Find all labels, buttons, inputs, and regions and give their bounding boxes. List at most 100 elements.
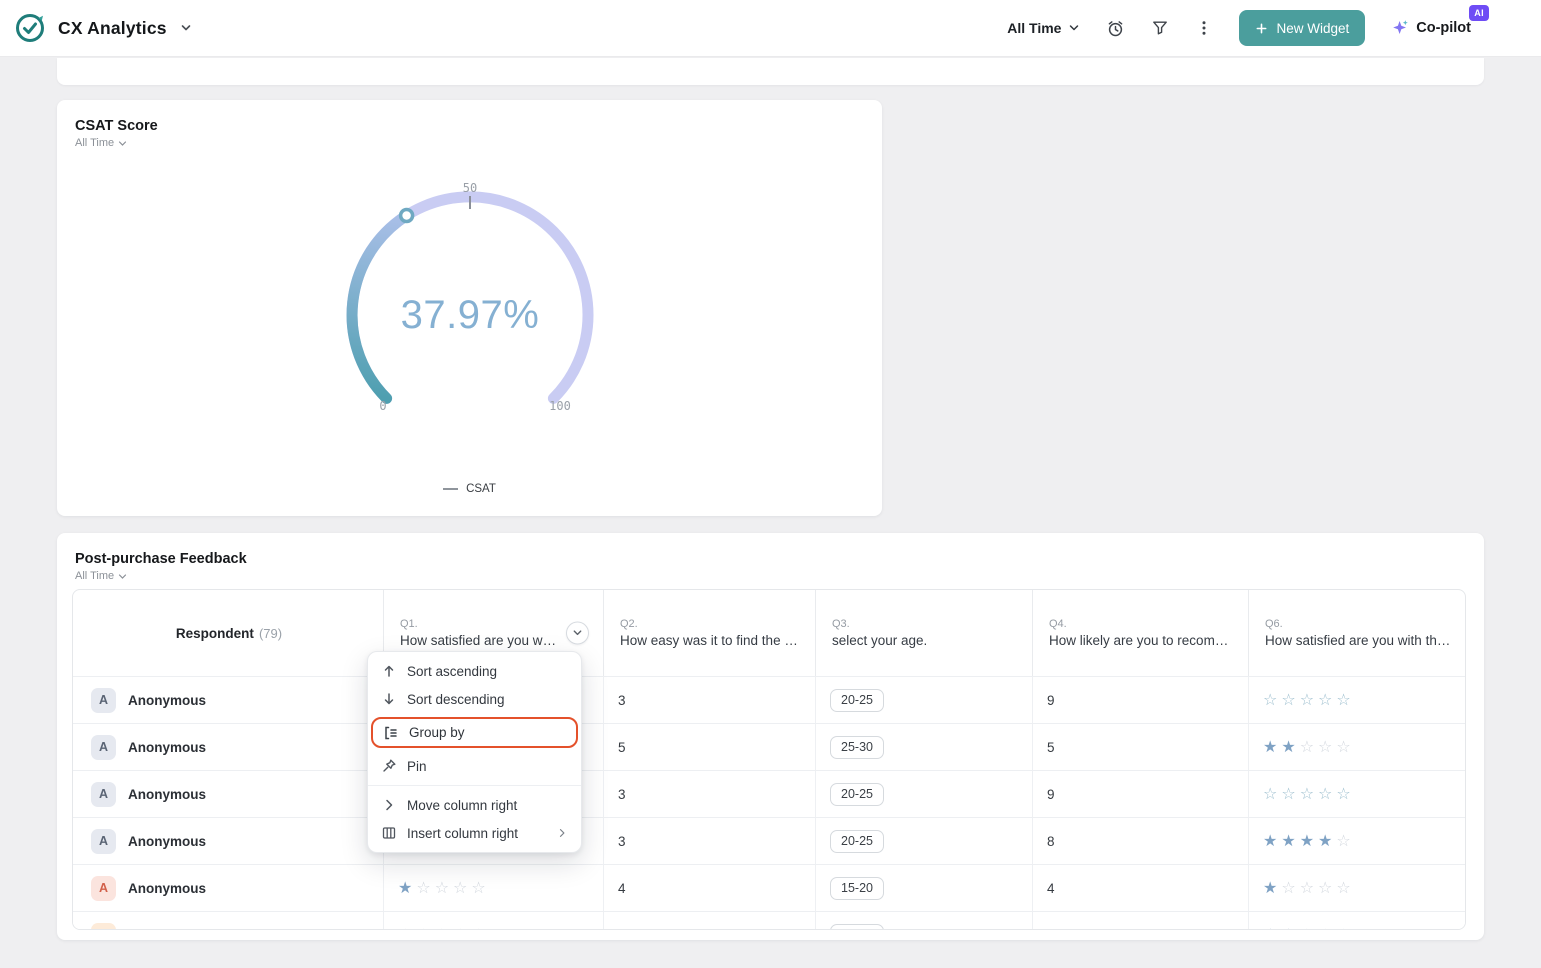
q6-rating-cell: ☆☆☆☆☆ — [1248, 771, 1466, 817]
widget-time-filter-label: All Time — [75, 570, 114, 582]
table-body: A Anonymous 3 20-25 9 ☆☆☆☆☆ A Anonymous … — [73, 676, 1465, 930]
star-icon: ☆ — [1318, 739, 1332, 755]
star-icon: ★ — [1281, 739, 1295, 755]
column-header-q6[interactable]: Q6. How satisfied are you with the… — [1248, 590, 1466, 676]
respondent-cell: A Anonymous — [73, 912, 383, 930]
chevron-down-icon — [572, 628, 583, 639]
star-icon: ☆ — [1263, 692, 1277, 708]
star-icon: ☆ — [1281, 692, 1295, 708]
q2-score-cell: 3 — [603, 771, 815, 817]
star-icon: ★ — [398, 880, 412, 896]
alarm-icon[interactable] — [1106, 19, 1125, 38]
menu-item-label: Sort ascending — [407, 664, 497, 679]
avatar: A — [91, 923, 116, 931]
new-widget-button[interactable]: New Widget — [1239, 10, 1365, 46]
filter-icon[interactable] — [1151, 19, 1169, 37]
star-icon: ☆ — [1300, 739, 1314, 755]
avatar: A — [91, 782, 116, 807]
column-options-button[interactable] — [566, 622, 589, 645]
partial-widget-above — [57, 58, 1484, 85]
column-header-respondent[interactable]: Respondent (79) — [73, 590, 383, 676]
star-icon: ★ — [1263, 927, 1277, 930]
widget-time-filter[interactable]: All Time — [57, 134, 145, 149]
post-purchase-feedback-widget: Post-purchase Feedback All Time Responde… — [57, 533, 1484, 940]
menu-item-insert-column-right[interactable]: Insert column right — [368, 819, 581, 847]
widget-time-filter[interactable]: All Time — [57, 567, 145, 582]
age-badge: 20-25 — [830, 830, 884, 853]
menu-item-sort-descending[interactable]: Sort descending — [368, 685, 581, 713]
star-icon: ☆ — [1336, 833, 1350, 849]
menu-item-sort-ascending[interactable]: Sort ascending — [368, 657, 581, 685]
gauge-max-label: 100 — [549, 399, 571, 413]
respondent-cell: A Anonymous — [73, 818, 383, 864]
widget-title: Post-purchase Feedback — [57, 533, 1484, 567]
menu-item-pin[interactable]: Pin — [368, 752, 581, 780]
kebab-menu-icon[interactable] — [1195, 19, 1213, 37]
star-icon: ☆ — [1263, 786, 1277, 802]
menu-item-move-column-right[interactable]: Move column right — [368, 791, 581, 819]
copilot-button[interactable]: Co-pilot — [1391, 19, 1471, 37]
menu-item-label: Sort descending — [407, 692, 505, 707]
column-header-q2[interactable]: Q2. How easy was it to find the pr… — [603, 590, 815, 676]
menu-divider — [368, 785, 581, 786]
table-row[interactable]: A Anonymous 3 20-25 9 ☆☆☆☆☆ — [73, 676, 1465, 723]
gauge-mid-label: 50 — [463, 181, 477, 195]
table-row[interactable]: A Anonymous 3 20-25 9 ☆☆☆☆☆ — [73, 770, 1465, 817]
gauge-marker-dot — [401, 210, 413, 222]
star-icon: ☆ — [1300, 786, 1314, 802]
q3-age-cell: 25-30 — [815, 724, 1032, 770]
respondent-cell: A Anonymous — [73, 771, 383, 817]
menu-item-group-by[interactable]: Group by — [371, 717, 578, 748]
dashboard-screen: CX Analytics All Time — [0, 0, 1541, 968]
respondent-cell: A Anonymous — [73, 724, 383, 770]
respondent-cell: A Anonymous — [73, 677, 383, 723]
respondent-name: Anonymous — [128, 740, 206, 755]
menu-item-label: Move column right — [407, 798, 517, 813]
column-header-q4[interactable]: Q4. How likely are you to recomm… — [1032, 590, 1248, 676]
app-title: CX Analytics — [58, 18, 167, 39]
arrow-up-icon — [381, 663, 397, 679]
table-row[interactable]: A Anonymous 3 20-25 8 ★★★★☆ — [73, 817, 1465, 864]
menu-item-label: Pin — [407, 759, 427, 774]
star-icon: ☆ — [471, 927, 485, 930]
q3-age-cell: 20-25 — [815, 912, 1032, 930]
group-by-icon — [383, 725, 399, 741]
responses-table: Respondent (79) Q1. How satisfied are yo… — [72, 589, 1466, 930]
legend-label: CSAT — [466, 483, 496, 495]
widget-time-filter-label: All Time — [75, 137, 114, 149]
column-header-q3[interactable]: Q3. select your age. — [815, 590, 1032, 676]
chevron-down-icon — [118, 572, 127, 581]
star-icon: ★ — [1281, 927, 1295, 930]
respondent-name: Anonymous — [128, 881, 206, 896]
menu-item-label: Group by — [409, 725, 465, 740]
time-range-dropdown[interactable]: All Time — [1007, 20, 1080, 36]
star-icon: ★ — [1300, 833, 1314, 849]
q1-rating-cell: ★☆☆☆☆ — [383, 865, 603, 911]
star-icon: ☆ — [435, 927, 449, 930]
age-badge: 25-30 — [830, 736, 884, 759]
star-icon: ★ — [1263, 833, 1277, 849]
q1-rating-cell: ☆ ☆ ☆ ☆ ☆ — [383, 912, 603, 930]
app-switcher-chevron-icon[interactable] — [179, 21, 193, 35]
avatar: A — [91, 735, 116, 760]
table-row[interactable]: A Anonymous 5 25-30 5 ★★☆☆☆ — [73, 723, 1465, 770]
q2-score-cell: 3 — [603, 677, 815, 723]
pin-icon — [381, 758, 397, 774]
star-icon: ☆ — [471, 880, 485, 896]
avatar: A — [91, 876, 116, 901]
table-row[interactable]: A Anonymous ☆☆☆☆☆ 5 20-25 7 ★★☆☆☆ — [73, 911, 1465, 930]
star-icon: ☆ — [453, 927, 467, 930]
q4-score-cell: 7 — [1032, 912, 1248, 930]
star-icon: ☆ — [398, 927, 412, 930]
widget-title: CSAT Score — [57, 100, 882, 134]
avatar: A — [91, 688, 116, 713]
table-row[interactable]: A Anonymous ★☆☆☆☆ 4 15-20 4 ★☆☆☆☆ — [73, 864, 1465, 911]
star-icon: ☆ — [1336, 786, 1350, 802]
gauge-value-label: 37.97% — [401, 293, 540, 337]
q3-age-cell: 20-25 — [815, 771, 1032, 817]
q3-age-cell: 20-25 — [815, 677, 1032, 723]
q4-score-cell: 9 — [1032, 677, 1248, 723]
csat-gauge-chart: 50 0 100 37.97% — [300, 170, 640, 420]
star-icon: ☆ — [416, 927, 430, 930]
chevron-right-icon — [381, 797, 397, 813]
